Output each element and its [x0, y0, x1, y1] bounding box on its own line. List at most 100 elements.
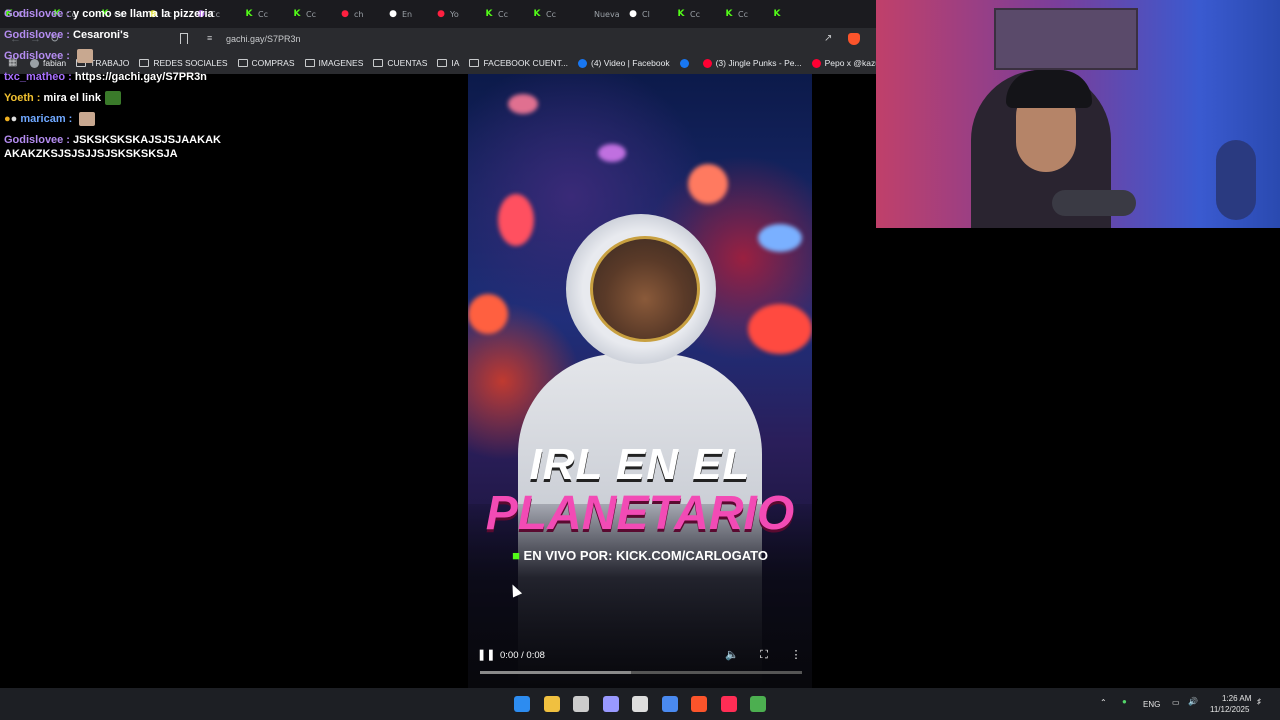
- chat-message: Godislovee: Cesaroni's: [4, 25, 244, 46]
- chat-username[interactable]: Godislovee: [4, 50, 63, 62]
- bookmark-label: FACEBOOK CUENT...: [483, 58, 568, 68]
- bookmark-label: (3) Jingle Punks - Pe...: [715, 58, 802, 68]
- kick-logo-icon: ■: [512, 548, 520, 563]
- share-icon[interactable]: ↗: [824, 33, 832, 44]
- tab-label: Cc: [546, 9, 556, 19]
- bookmark-item[interactable]: (3) Jingle Punks - Pe...: [702, 58, 802, 68]
- tab-label: ch: [354, 9, 364, 19]
- pause-icon[interactable]: ❚❚: [477, 648, 495, 662]
- browser-tab[interactable]: K Cc: [672, 3, 720, 25]
- chat-message: Godislovee: y como se llama la pizzeria: [4, 4, 244, 25]
- chatgpt-icon: ●: [629, 9, 637, 19]
- tab-label: Cc: [498, 9, 508, 19]
- bookmark-item[interactable]: (4) Video | Facebook: [577, 58, 670, 68]
- browser-tab[interactable]: K: [768, 3, 816, 25]
- chat-separator: :: [68, 71, 75, 83]
- galaxy-decoration: [748, 304, 812, 354]
- chat-separator: :: [68, 113, 76, 125]
- folder-icon: [469, 59, 480, 67]
- chat-username[interactable]: txc_matheo: [4, 71, 65, 83]
- network-icon[interactable]: ▭: [1172, 698, 1180, 707]
- browser-tab[interactable]: K Cc: [480, 3, 528, 25]
- chat-message: Godislovee:: [4, 46, 244, 67]
- browser-tab[interactable]: K Cc: [528, 3, 576, 25]
- tab-label: Cc: [738, 9, 748, 19]
- streamer-cap: [1006, 70, 1092, 108]
- more-options-icon[interactable]: ⋮: [789, 648, 803, 662]
- fullscreen-icon[interactable]: ⛶: [757, 648, 771, 662]
- youtube-icon: ●: [341, 9, 349, 19]
- kick-icon: K: [773, 9, 781, 19]
- tab-label: Yo: [450, 9, 459, 19]
- browser-tab[interactable]: Nueva: [576, 3, 624, 25]
- obs-icon[interactable]: [573, 696, 589, 712]
- video-subtitle-link: KICK.COM/CARLOGATO: [616, 548, 768, 563]
- browser-tab[interactable]: ● Yo: [432, 3, 480, 25]
- chrome-icon[interactable]: [750, 696, 766, 712]
- browser-tab[interactable]: ● En: [384, 3, 432, 25]
- chat-overlay: Godislovee: y como se llama la pizzeria G…: [4, 4, 244, 165]
- show-hidden-icons-icon[interactable]: ⌃: [1100, 698, 1107, 707]
- chat-username[interactable]: Yoeth: [4, 92, 34, 104]
- chat-username[interactable]: maricam: [20, 113, 65, 125]
- bookmark-item[interactable]: [679, 58, 693, 68]
- tab-label: Cl: [642, 9, 650, 19]
- galaxy-decoration: [508, 94, 538, 114]
- emote-icon: [77, 49, 94, 64]
- taskbar: ⌃ ● ENG ▭ 🔊 1:26 AM 11/12/2025 ♯: [0, 688, 1280, 720]
- tab-label: Nueva: [594, 9, 620, 19]
- video-subtitle-prefix: EN VIVO POR:: [523, 548, 613, 563]
- language-indicator[interactable]: ENG: [1143, 700, 1160, 709]
- brave-icon[interactable]: [691, 696, 707, 712]
- youtube-icon: [811, 58, 821, 68]
- browser-tab[interactable]: ● ch: [336, 3, 384, 25]
- chat-username[interactable]: Godislovee: [4, 29, 63, 41]
- chat-username[interactable]: Godislovee: [4, 8, 63, 20]
- kick-icon: K: [677, 9, 685, 19]
- browser-tab[interactable]: ● Cl: [624, 3, 672, 25]
- tab-label: En: [402, 9, 413, 19]
- youtube-icon: [702, 58, 712, 68]
- speaker-icon[interactable]: 🔊: [1188, 697, 1198, 706]
- volume-icon[interactable]: 🔈: [725, 648, 739, 662]
- bookmark-item[interactable]: COMPRAS: [237, 58, 295, 68]
- browser-tab[interactable]: K Cc: [240, 3, 288, 25]
- bookmark-item[interactable]: Pepo x @kazu.oficia...: [811, 58, 876, 68]
- guitar: [1216, 140, 1256, 220]
- bookmark-label: Pepo x @kazu.oficia...: [824, 58, 876, 68]
- bookmark-item[interactable]: IA: [437, 58, 459, 68]
- video-progress-bar[interactable]: [480, 671, 802, 674]
- video-player[interactable]: IRL EN EL PLANETARIO ■ EN VIVO POR: KICK…: [468, 74, 812, 688]
- premiere-icon[interactable]: [602, 696, 619, 712]
- clock-time[interactable]: 1:26 AM: [1222, 694, 1251, 703]
- chat-separator: :: [66, 50, 74, 62]
- tab-label: Cc: [690, 9, 700, 19]
- facebook-icon: [577, 58, 587, 68]
- epic-games-icon[interactable]: [632, 696, 648, 712]
- video-time: 0:00 / 0:08: [500, 650, 545, 661]
- bookmark-item[interactable]: CUENTAS: [373, 58, 427, 68]
- badge-icon: ●: [10, 113, 21, 125]
- tab-label: Cc: [258, 9, 268, 19]
- chat-text: y como se llama la pizzeria: [73, 8, 214, 20]
- clock-date[interactable]: 11/12/2025: [1210, 705, 1249, 714]
- kick-icon: K: [245, 9, 253, 19]
- windows-start-icon[interactable]: [514, 696, 530, 712]
- bookmark-item[interactable]: IMAGENES: [304, 58, 363, 68]
- file-explorer-icon[interactable]: [543, 696, 560, 712]
- bookmark-item[interactable]: FACEBOOK CUENT...: [469, 58, 568, 68]
- bookmark-label: IA: [451, 58, 460, 68]
- brave-shield-icon[interactable]: [848, 33, 860, 45]
- galaxy-decoration: [468, 294, 508, 334]
- chat-text: https://gachi.gay/S7PR3n: [74, 71, 207, 83]
- chrome-color-icon[interactable]: [661, 696, 678, 712]
- browser-tab[interactable]: K Cc: [288, 3, 336, 25]
- facebook-icon: [679, 58, 689, 68]
- tiktok-icon[interactable]: [720, 696, 737, 712]
- notification-bell-icon[interactable]: ♯: [1257, 697, 1261, 706]
- microphone-icon[interactable]: ●: [1122, 697, 1127, 706]
- kick-icon: K: [485, 9, 493, 19]
- tiktok-icon: ●: [389, 9, 397, 19]
- folder-icon: [304, 59, 315, 67]
- browser-tab[interactable]: K Cc: [720, 3, 768, 25]
